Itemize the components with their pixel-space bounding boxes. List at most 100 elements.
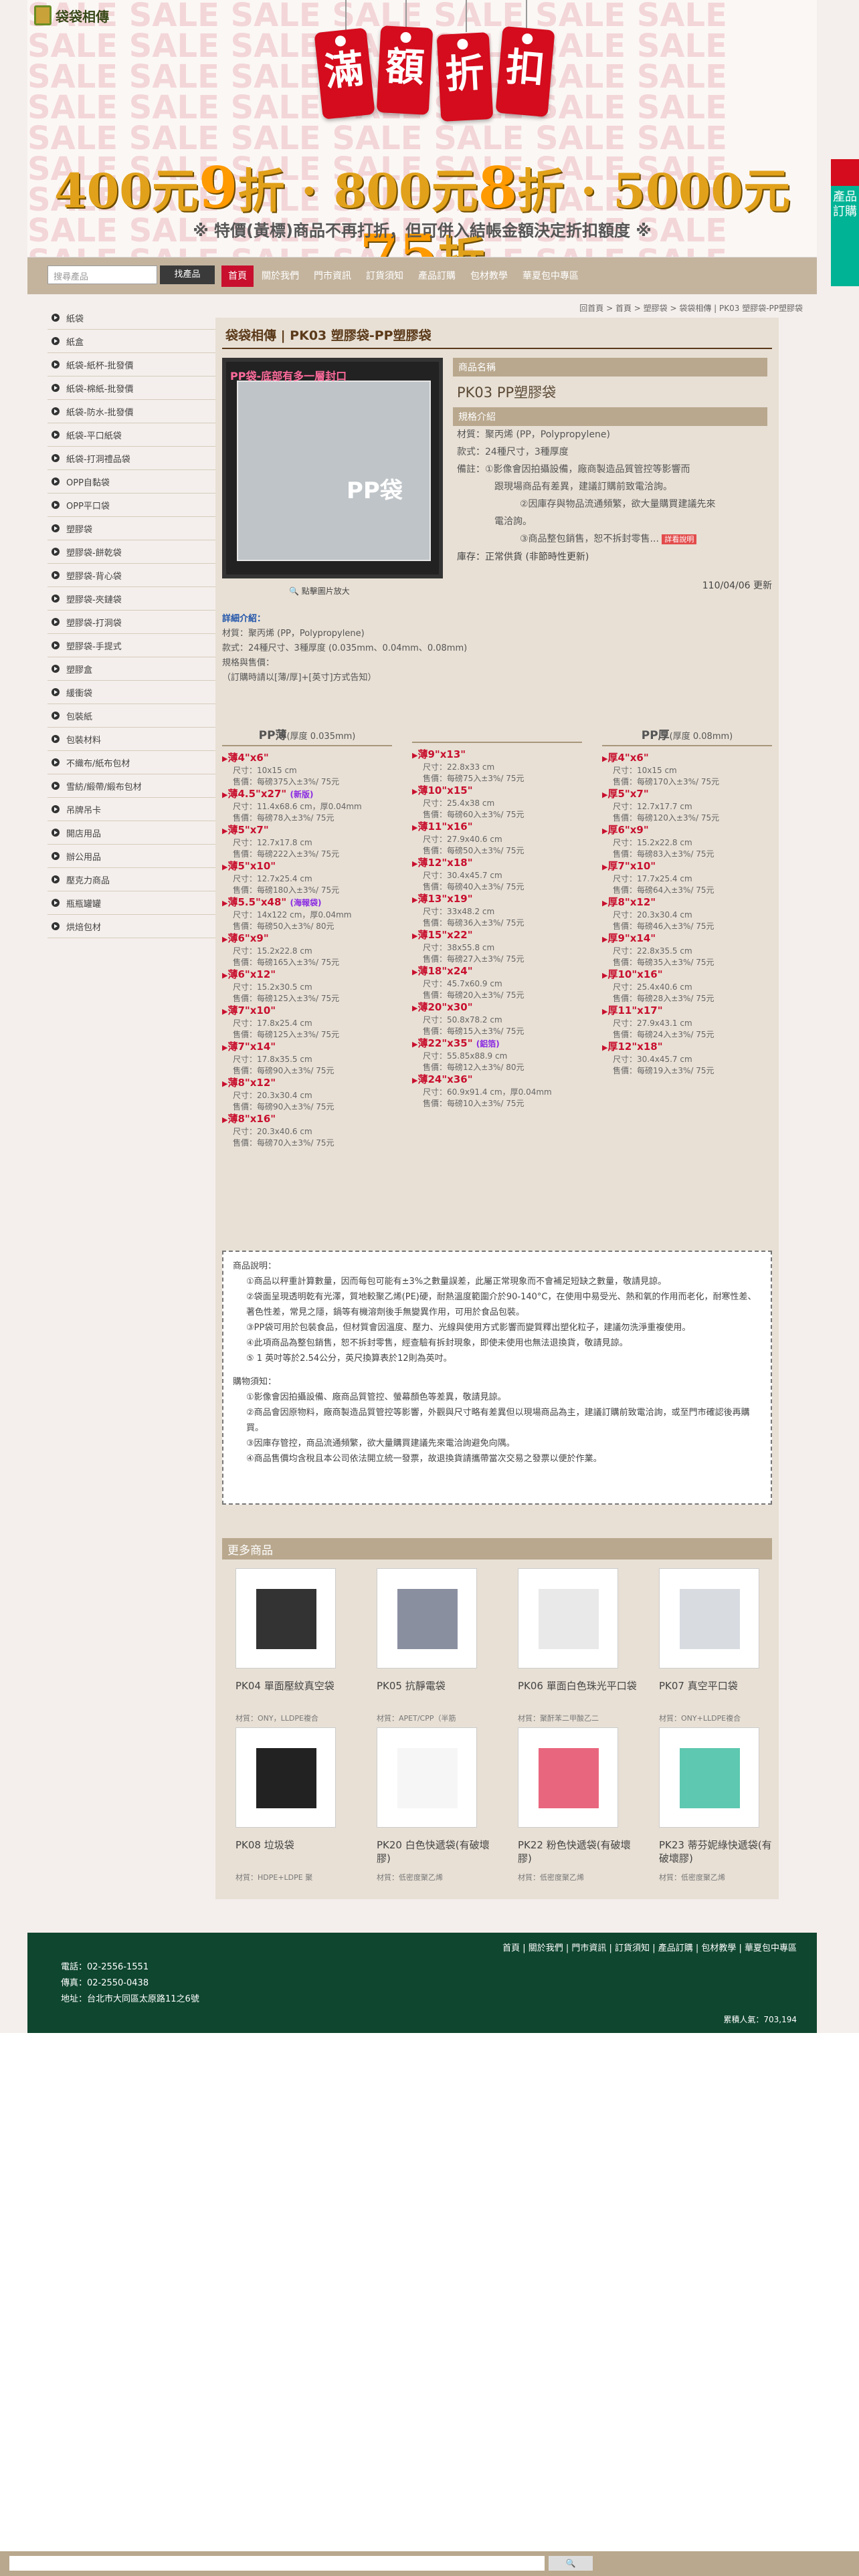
sidebar-item-label: 塑膠盒 bbox=[66, 665, 93, 675]
menu-item[interactable]: 首頁 bbox=[221, 265, 254, 287]
sidebar-item-label: 緩衝袋 bbox=[66, 688, 93, 699]
arrow-circle-icon bbox=[52, 314, 60, 322]
size-label: ▶薄8"x16" bbox=[222, 1113, 276, 1125]
menu-item[interactable]: 門市資訊 bbox=[307, 265, 358, 287]
bottom-search-button[interactable]: 🔍 bbox=[549, 2556, 593, 2571]
sidebar-item[interactable]: 塑膠袋 bbox=[47, 517, 238, 540]
sidebar-item[interactable]: OPP自黏袋 bbox=[47, 470, 238, 494]
sidebar-item[interactable]: 緩衝袋 bbox=[47, 681, 238, 704]
sidebar-item[interactable]: 紙盒— bbox=[47, 330, 238, 353]
notice-line: ⑤ 1 英吋等於2.54公分，英尺換算表於12則為英吋。 bbox=[246, 1354, 452, 1364]
sidebar-item[interactable]: 紙袋-平口紙袋 bbox=[47, 423, 238, 447]
search-input[interactable]: 搜尋產品 bbox=[47, 265, 157, 284]
sidebar-item[interactable]: 包裝材料 bbox=[47, 728, 238, 751]
arrow-circle-icon bbox=[52, 735, 60, 743]
notice-title: 商品說明： bbox=[233, 1261, 277, 1271]
sidebar-item-label: 紙袋-平口紙袋 bbox=[66, 431, 122, 441]
product-thumbnail[interactable] bbox=[377, 1727, 477, 1828]
search-button[interactable]: 找產品 bbox=[160, 265, 215, 284]
product-card[interactable]: PK08 垃圾袋 材質：HDPE+LDPE 聚 bbox=[235, 1727, 356, 1883]
sidebar-item[interactable]: 紙袋-棉紙-批發價 bbox=[47, 377, 238, 400]
size-price: 售價：每磅28入±3%/ 75元 bbox=[613, 994, 714, 1003]
product-card[interactable]: PK22 粉色快遞袋(有破壞膠) 材質：低密度聚乙烯 bbox=[518, 1727, 638, 1883]
size-dimension: 尺寸：12.7x17.7 cm bbox=[613, 802, 692, 811]
sidebar-item[interactable]: 雪紡/緞帶/緞布包材 bbox=[47, 774, 238, 798]
product-card-name[interactable]: PK06 單面白色珠光平口袋 bbox=[518, 1679, 638, 1706]
menu-item[interactable]: 產品訂購 bbox=[411, 265, 462, 287]
size-price: 售價：每磅64入±3%/ 75元 bbox=[613, 885, 714, 895]
sidebar-item[interactable]: 瓶瓶罐罐 bbox=[47, 891, 238, 915]
sidebar-item-label: 紙袋-打洞禮品袋 bbox=[66, 454, 130, 465]
product-thumbnail[interactable] bbox=[377, 1568, 477, 1669]
sidebar-item[interactable]: 不織布/紙布包材 bbox=[47, 751, 238, 774]
product-card[interactable]: PK20 白色快遞袋(有破壞膠) 材質：低密度聚乙烯 bbox=[377, 1727, 497, 1883]
product-card-name[interactable]: PK07 真空平口袋 bbox=[659, 1679, 779, 1706]
sidebar-item[interactable]: 紙袋-打洞禮品袋 bbox=[47, 447, 238, 470]
promo-banner[interactable]: SALE SALE SALE SALE SALE SALE SALE SALE … bbox=[27, 0, 817, 257]
sidebar-item[interactable]: 塑膠袋-夾鏈袋 bbox=[47, 587, 238, 611]
sidebar-item[interactable]: 紙袋— bbox=[47, 306, 238, 330]
sidebar-item[interactable]: 烘焙包材 bbox=[47, 915, 238, 938]
size-price: 售價：每磅222入±3%/ 75元 bbox=[233, 849, 340, 859]
product-thumbnail[interactable] bbox=[659, 1727, 759, 1828]
size-dimension: 尺寸：33x48.2 cm bbox=[423, 907, 495, 916]
sidebar-item[interactable]: 塑膠袋-打洞袋 bbox=[47, 611, 238, 634]
product-card-name[interactable]: PK04 單面壓紋真空袋 bbox=[235, 1679, 356, 1706]
notice-line: ③PP袋可用於包裝食品，但材質會因溫度、壓力、光線與使用方式影響而變質釋出塑化粒… bbox=[246, 1323, 691, 1333]
product-thumbnail[interactable] bbox=[235, 1568, 336, 1669]
size-dimension: 尺寸：15.2x22.8 cm bbox=[233, 946, 312, 956]
product-card-material: 材質：ONY+LLDPE複合 bbox=[659, 1714, 741, 1723]
sidebar-item[interactable]: 壓克力商品 bbox=[47, 868, 238, 891]
product-card-name[interactable]: PK23 蒂芬妮綠快遞袋(有破壞膠) bbox=[659, 1838, 779, 1865]
product-card[interactable]: PK04 單面壓紋真空袋 材質：ONY，LLDPE複合 bbox=[235, 1568, 356, 1723]
product-card-name[interactable]: PK08 垃圾袋 bbox=[235, 1838, 356, 1865]
footer-links[interactable]: 首頁 | 關於我們 | 門市資訊 | 訂貨須知 | 產品訂購 | 包材教學 | … bbox=[502, 1941, 797, 1953]
product-card[interactable]: PK23 蒂芬妮綠快遞袋(有破壞膠) 材質：低密度聚乙烯 bbox=[659, 1727, 779, 1883]
spec-remark: 跟現場商品有差異，建議訂購前致電洽詢。 bbox=[494, 481, 672, 492]
product-card-name[interactable]: PK20 白色快遞袋(有破壞膠) bbox=[377, 1838, 497, 1865]
size-dimension: 尺寸：11.4x68.6 cm，厚0.04mm bbox=[233, 802, 362, 811]
size-label: ▶薄6"x12" bbox=[222, 968, 276, 980]
zoom-link[interactable]: 🔍 點擊圖片放大 bbox=[289, 585, 350, 597]
sidebar-item-label: 紙袋-紙杯-批發價 bbox=[66, 360, 134, 371]
order-side-button[interactable]: 產品訂購 bbox=[831, 159, 859, 286]
size-dimension: 尺寸：14x122 cm，厚0.04mm bbox=[233, 910, 352, 920]
sidebar-item[interactable]: 包裝紙 bbox=[47, 704, 238, 728]
product-thumbnail[interactable] bbox=[659, 1568, 759, 1669]
sidebar-item[interactable]: 紙袋-紙杯-批發價 bbox=[47, 353, 238, 377]
sidebar-item[interactable]: 辦公用品 bbox=[47, 845, 238, 868]
sidebar-item-label: 吊牌吊卡 bbox=[66, 805, 102, 816]
product-card-name[interactable]: PK05 抗靜電袋 bbox=[377, 1679, 497, 1706]
product-card[interactable]: PK05 抗靜電袋 材質：APET/CPP（半筋 bbox=[377, 1568, 497, 1723]
product-thumbnail[interactable] bbox=[235, 1727, 336, 1828]
arrow-circle-icon bbox=[52, 641, 60, 649]
notice-box: 商品說明： ①商品以秤重計算數量，因而每包可能有±3%之數量誤差，此屬正常現象而… bbox=[222, 1251, 772, 1505]
sidebar-item[interactable]: 開店用品 bbox=[47, 821, 238, 845]
menu-item[interactable]: 包材教學 bbox=[464, 265, 514, 287]
sidebar-item[interactable]: OPP平口袋 bbox=[47, 494, 238, 517]
size-label: ▶薄7"x10" bbox=[222, 1004, 276, 1016]
arrow-circle-icon bbox=[52, 852, 60, 860]
sidebar-item[interactable]: 塑膠袋-手提式 bbox=[47, 634, 238, 657]
product-thumbnail[interactable] bbox=[518, 1727, 618, 1828]
product-card[interactable]: PK06 單面白色珠光平口袋材質：聚酐苯二甲酸乙二 bbox=[518, 1568, 638, 1723]
menu-item[interactable]: 訂貨須知 bbox=[359, 265, 410, 287]
logo[interactable]: 袋袋相傳 bbox=[34, 5, 109, 25]
product-card-name[interactable]: PK22 粉色快遞袋(有破壞膠) bbox=[518, 1838, 638, 1865]
sidebar-item[interactable]: 吊牌吊卡 bbox=[47, 798, 238, 821]
sidebar-item[interactable]: 塑膠袋-餅乾袋 bbox=[47, 540, 238, 564]
product-thumbnail[interactable] bbox=[518, 1568, 618, 1669]
sidebar-item[interactable]: 紙袋-防水-批發價 bbox=[47, 400, 238, 423]
product-photo[interactable]: PP袋-底部有多一層封口 PP袋 bbox=[222, 358, 443, 578]
sidebar-item[interactable]: 塑膠盒 bbox=[47, 657, 238, 681]
sidebar-item[interactable]: 塑膠袋-背心袋 bbox=[47, 564, 238, 587]
bottom-search-input[interactable] bbox=[9, 2556, 545, 2571]
product-card[interactable]: PK07 真空平口袋材質：ONY+LLDPE複合 bbox=[659, 1568, 779, 1723]
arrow-circle-icon bbox=[52, 595, 60, 603]
size-price: 售價：每磅20入±3%/ 75元 bbox=[423, 990, 524, 1000]
menu-item[interactable]: 華夏包中專區 bbox=[516, 265, 585, 287]
product-card-material: 材質：聚酐苯二甲酸乙二 bbox=[518, 1714, 599, 1723]
more-badge[interactable]: 詳看說明 bbox=[662, 534, 697, 544]
breadcrumb[interactable]: 回首頁 > 首頁 > 塑膠袋 > 袋袋相傳 | PK03 塑膠袋-PP塑膠袋 bbox=[579, 302, 803, 314]
menu-item[interactable]: 關於我們 bbox=[255, 265, 306, 287]
